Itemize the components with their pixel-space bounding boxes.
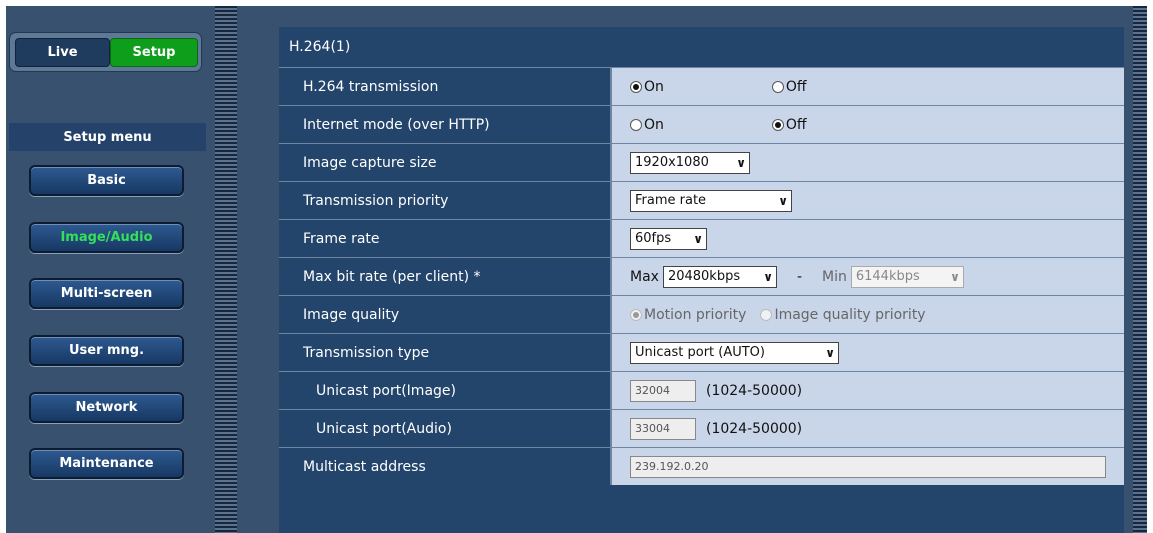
row-transmission-type: Transmission type Unicast port (AUTO) ∨	[279, 334, 1124, 372]
radio-button-icon	[630, 308, 642, 321]
decorative-stripe-right	[1133, 6, 1147, 533]
row-label: H.264 transmission	[279, 68, 612, 105]
row-value: Motion priority Image quality priority	[612, 296, 1124, 333]
row-internet-mode: Internet mode (over HTTP) On Off	[279, 106, 1124, 144]
row-label: Internet mode (over HTTP)	[279, 106, 612, 143]
row-value: On Off	[612, 106, 1124, 143]
row-label: Multicast address	[279, 448, 612, 485]
row-frame-rate: Frame rate 60fps ∨	[279, 220, 1124, 258]
row-image-quality: Image quality Motion priority Image qual…	[279, 296, 1124, 334]
max-label: Max	[630, 268, 659, 285]
chevron-down-icon: ∨	[950, 269, 960, 284]
radio-off[interactable]: Off	[771, 78, 807, 95]
tab-live[interactable]: Live	[15, 38, 110, 67]
row-value: Unicast port (AUTO) ∨	[612, 334, 1124, 371]
settings-panel: H.264(1) H.264 transmission On Off Inter…	[279, 27, 1124, 533]
chevron-down-icon: ∨	[763, 269, 773, 284]
radio-label: Off	[785, 78, 807, 95]
radio-button-icon[interactable]	[630, 118, 642, 131]
transmission-priority-select[interactable]: Frame rate ∨	[630, 189, 792, 212]
radio-button-icon[interactable]	[771, 118, 784, 131]
decorative-stripe	[215, 6, 237, 533]
chevron-down-icon: ∨	[693, 231, 703, 246]
row-value: 239.192.0.20	[612, 448, 1124, 485]
radio-button-icon[interactable]	[630, 80, 642, 93]
unicast-port-audio-input[interactable]: 33004	[630, 417, 696, 440]
setup-menu-title: Setup menu	[9, 123, 206, 151]
row-h264-transmission: H.264 transmission On Off	[279, 68, 1124, 106]
radio-label: Image quality priority	[774, 306, 926, 323]
chevron-down-icon: ∨	[825, 345, 835, 360]
radio-label: On	[644, 116, 664, 133]
row-label: Image capture size	[279, 144, 612, 181]
min-bit-rate-select: 6144kbps ∨	[850, 265, 964, 288]
row-label: Transmission priority	[279, 182, 612, 219]
row-unicast-port-audio: Unicast port(Audio) 33004 (1024-50000)	[279, 410, 1124, 448]
row-label: Unicast port(Audio)	[279, 410, 612, 447]
radio-label: On	[644, 78, 664, 95]
image-capture-size-select[interactable]: 1920x1080 ∨	[630, 151, 750, 174]
transmission-type-select[interactable]: Unicast port (AUTO) ∨	[630, 341, 839, 364]
row-max-bit-rate: Max bit rate (per client) * Max 20480kbp…	[279, 258, 1124, 296]
unicast-port-image-input[interactable]: 32004	[630, 379, 696, 402]
row-value: On Off	[612, 68, 1124, 105]
radio-label: Motion priority	[644, 306, 747, 323]
select-value: Frame rate	[635, 193, 707, 208]
row-transmission-priority: Transmission priority Frame rate ∨	[279, 182, 1124, 220]
nav-maintenance-button[interactable]: Maintenance	[29, 448, 184, 479]
row-label: Image quality	[279, 296, 612, 333]
max-bit-rate-select[interactable]: 20480kbps ∨	[662, 265, 777, 288]
chevron-down-icon: ∨	[736, 155, 746, 170]
select-value: 1920x1080	[635, 155, 709, 170]
multicast-address-input[interactable]: 239.192.0.20	[630, 455, 1106, 478]
select-value: 6144kbps	[855, 269, 920, 284]
select-value: Unicast port (AUTO)	[635, 345, 765, 360]
camera-web-ui: Live Setup Setup menu Basic Image/Audio …	[6, 6, 1147, 533]
row-value: Frame rate ∨	[612, 182, 1124, 219]
port-range-text: (1024-50000)	[706, 420, 803, 437]
nav-user-mng-button[interactable]: User mng.	[29, 335, 184, 366]
nav-multi-screen-button[interactable]: Multi-screen	[29, 278, 184, 309]
frame-rate-select[interactable]: 60fps ∨	[630, 227, 707, 250]
nav-basic-button[interactable]: Basic	[29, 165, 184, 196]
radio-on[interactable]: On	[630, 117, 664, 133]
sidebar: Live Setup Setup menu Basic Image/Audio …	[6, 6, 214, 533]
radio-motion-priority: Motion priority	[630, 307, 746, 323]
row-label: Unicast port(Image)	[279, 372, 612, 409]
select-value: 60fps	[635, 231, 672, 246]
row-value: 33004 (1024-50000)	[612, 410, 1124, 447]
port-range-text: (1024-50000)	[706, 382, 803, 399]
mode-tabs: Live Setup	[9, 32, 202, 72]
radio-image-quality-priority: Image quality priority	[760, 306, 926, 323]
row-value: Max 20480kbps ∨ - Min 6144kbps ∨	[612, 258, 1124, 295]
row-value: 60fps ∨	[612, 220, 1124, 257]
radio-button-icon[interactable]	[771, 80, 784, 93]
tab-setup[interactable]: Setup	[110, 38, 198, 67]
nav-network-button[interactable]: Network	[29, 392, 184, 423]
row-label: Frame rate	[279, 220, 612, 257]
row-image-capture-size: Image capture size 1920x1080 ∨	[279, 144, 1124, 182]
row-value: 1920x1080 ∨	[612, 144, 1124, 181]
radio-button-icon	[760, 308, 773, 321]
row-label: Max bit rate (per client) *	[279, 258, 612, 295]
radio-on[interactable]: On	[630, 79, 664, 95]
chevron-down-icon: ∨	[778, 193, 788, 208]
radio-off[interactable]: Off	[771, 116, 807, 133]
row-value: 32004 (1024-50000)	[612, 372, 1124, 409]
nav-image-audio-button[interactable]: Image/Audio	[29, 222, 184, 253]
radio-label: Off	[785, 116, 807, 133]
row-unicast-port-image: Unicast port(Image) 32004 (1024-50000)	[279, 372, 1124, 410]
row-multicast-address: Multicast address 239.192.0.20	[279, 448, 1124, 485]
row-label: Transmission type	[279, 334, 612, 371]
range-separator: -	[796, 268, 803, 285]
select-value: 20480kbps	[667, 269, 741, 284]
min-label: Min	[822, 268, 847, 285]
panel-title: H.264(1)	[279, 27, 1124, 68]
